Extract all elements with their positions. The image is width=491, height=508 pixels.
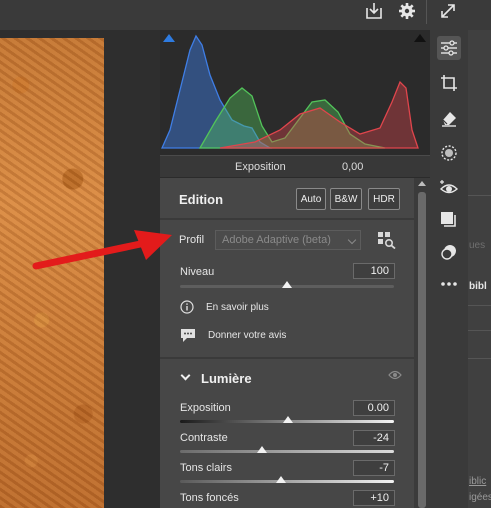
export-icon[interactable] — [361, 0, 387, 22]
histogram-readout: Exposition 0,00 — [160, 155, 430, 177]
tool-rail — [430, 30, 468, 508]
edit-sliders-icon[interactable] — [437, 36, 461, 60]
contrast-slider-thumb[interactable] — [257, 446, 267, 453]
crop-icon[interactable] — [437, 71, 461, 95]
histogram — [160, 30, 430, 155]
panel-divider — [468, 330, 491, 331]
panel-scrollbar[interactable] — [414, 178, 430, 508]
edit-panel-title: Edition — [179, 192, 224, 207]
eraser-icon[interactable] — [437, 106, 461, 130]
edit-panel: Edition Auto B&W HDR Profil Adobe Adapti… — [160, 178, 414, 508]
adjacent-panel: ues bibl iblic igées — [468, 30, 491, 508]
feedback-link[interactable]: Donner votre avis — [180, 328, 286, 343]
cutoff-text: ues — [469, 240, 486, 251]
chevron-down-icon — [347, 235, 357, 245]
light-section-title: Lumière — [201, 371, 252, 386]
chevron-down-icon — [180, 370, 191, 381]
auto-button[interactable]: Auto — [296, 188, 326, 210]
panel-divider — [468, 358, 491, 359]
more-icon[interactable] — [437, 272, 461, 296]
profile-dropdown-value: Adobe Adaptive (beta) — [222, 234, 331, 246]
panel-divider — [468, 195, 491, 196]
highlights-value-field[interactable]: -7 — [353, 460, 395, 476]
clip-highlight-indicator — [414, 34, 426, 42]
scroll-up-arrow[interactable] — [418, 181, 426, 186]
amount-slider-thumb[interactable] — [282, 281, 292, 288]
readout-value: 0,00 — [342, 161, 364, 173]
snapshots-icon[interactable] — [437, 240, 461, 264]
cutoff-text: bibl — [469, 281, 487, 292]
panel-divider — [468, 305, 491, 306]
exposure-value-field[interactable]: 0.00 — [353, 400, 395, 416]
red-arrow-annotation — [32, 230, 172, 270]
highlights-slider-track[interactable] — [180, 480, 394, 483]
exposure-slider-thumb[interactable] — [283, 416, 293, 423]
shadows-value-field[interactable]: +10 — [353, 490, 395, 506]
amount-label: Niveau — [180, 266, 215, 278]
section-divider — [160, 218, 414, 220]
cutoff-link[interactable]: iblic — [469, 476, 491, 487]
black-white-button[interactable]: B&W — [330, 188, 362, 210]
speech-bubble-icon — [181, 329, 195, 342]
clip-shadow-indicator — [163, 34, 175, 42]
profile-dropdown[interactable]: Adobe Adaptive (beta) — [215, 230, 361, 250]
gear-icon[interactable] — [394, 0, 420, 22]
highlights-label: Tons clairs — [180, 462, 232, 474]
contrast-slider-track[interactable] — [180, 450, 394, 453]
toolbar-divider — [426, 0, 427, 24]
profile-browser-icon[interactable] — [377, 231, 397, 250]
redeye-icon[interactable] — [437, 176, 461, 200]
info-icon — [180, 300, 194, 314]
top-toolbar — [0, 0, 491, 30]
light-section-header[interactable]: Lumière — [160, 358, 414, 398]
expand-icon[interactable] — [435, 0, 461, 22]
presets-icon[interactable] — [437, 208, 461, 232]
hdr-button[interactable]: HDR — [368, 188, 400, 210]
cutoff-text: igées — [469, 492, 491, 503]
scroll-thumb[interactable] — [418, 192, 426, 508]
learn-more-link[interactable]: En savoir plus — [180, 300, 269, 314]
exposure-label: Exposition — [180, 402, 231, 414]
mask-icon[interactable] — [437, 141, 461, 165]
amount-value-field[interactable]: 100 — [353, 263, 395, 279]
highlights-slider-thumb[interactable] — [276, 476, 286, 483]
profile-label: Profil — [179, 234, 205, 246]
learn-more-text: En savoir plus — [206, 301, 269, 313]
visibility-eye-icon[interactable] — [388, 370, 402, 380]
shadows-label: Tons foncés — [180, 492, 239, 504]
contrast-value-field[interactable]: -24 — [353, 430, 395, 446]
readout-label: Exposition — [235, 161, 286, 173]
contrast-label: Contraste — [180, 432, 228, 444]
feedback-text: Donner votre avis — [208, 330, 287, 341]
